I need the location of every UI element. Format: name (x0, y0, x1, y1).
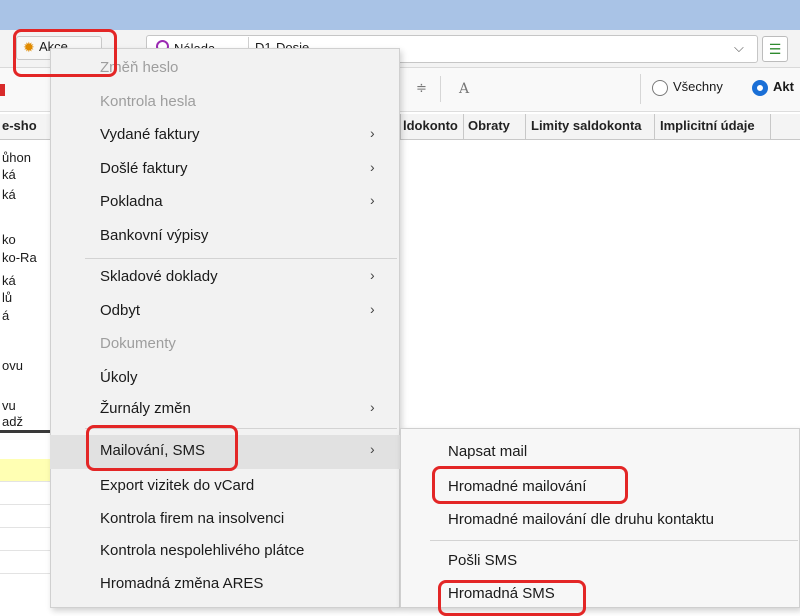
table-row (0, 550, 55, 551)
column-header[interactable]: ldokonto (403, 118, 458, 133)
menu-item-kontrola-hesla: Kontrola hesla (50, 86, 400, 120)
chevron-right-icon: › (370, 192, 375, 208)
menu-item-skladove-doklady[interactable]: Skladové doklady › (50, 261, 400, 295)
divider (654, 114, 655, 140)
menu-item-label: Kontrola firem na insolvenci (100, 510, 285, 527)
annotation-highlight (438, 580, 586, 616)
menu-item-dokumenty: Dokumenty (50, 328, 400, 362)
menu-item-label: Bankovní výpisy (100, 227, 209, 244)
list-item[interactable]: ká (2, 273, 16, 288)
menu-item-bankovni-vypisy[interactable]: Bankovní výpisy (50, 220, 400, 254)
list-item[interactable]: adž (2, 414, 23, 429)
menu-item-label: Úkoly (100, 369, 138, 386)
align-icon[interactable]: ≑ (416, 80, 427, 96)
list-icon[interactable]: ☰ (762, 36, 788, 62)
divider (525, 114, 526, 140)
menu-item-label: Hromadná změna ARES (100, 575, 264, 592)
menu-item-zurnaly-zmen[interactable]: Žurnály změn › (50, 393, 400, 427)
radio-all[interactable] (652, 80, 668, 96)
menu-item-label: Kontrola nespolehlivého plátce (100, 542, 305, 559)
list-item[interactable]: ká (2, 187, 16, 202)
submenu-item-hromadne-mailovani-druh[interactable]: Hromadné mailování dle druhu kontaktu (400, 505, 800, 537)
menu-item-label: Odbyt (100, 302, 141, 319)
list-item[interactable]: ko (2, 232, 16, 247)
menu-item-label: Žurnály změn (100, 400, 191, 417)
menu-item-label: Dokumenty (100, 335, 176, 352)
list-item[interactable]: ůhon (2, 150, 31, 165)
divider (400, 114, 401, 140)
font-icon[interactable]: A (459, 81, 469, 97)
submenu-item-label: Pošli SMS (448, 552, 518, 569)
radio-active-label[interactable]: Akt (773, 79, 794, 94)
menu-item-ukoly[interactable]: Úkoly (50, 362, 400, 396)
menu-item-label: Skladové doklady (100, 268, 218, 285)
column-header[interactable]: Obraty (468, 118, 510, 133)
table-row (0, 481, 55, 482)
list-item[interactable]: ovu (2, 358, 23, 373)
chevron-down-icon[interactable]: ⌵ (734, 40, 744, 56)
submenu-item-napsat-mail[interactable]: Napsat mail (400, 437, 800, 469)
menu-item-hromadna-zmena-ares[interactable]: Hromadná změna ARES (50, 568, 400, 602)
list-item[interactable]: vu (2, 398, 16, 413)
table-row (0, 573, 55, 574)
submenu-item-posli-sms[interactable]: Pošli SMS (400, 546, 800, 578)
menu-item-label: Vydané faktury (100, 126, 200, 143)
menu-item-insolvence[interactable]: Kontrola firem na insolvenci (50, 503, 400, 537)
menu-separator (85, 258, 397, 259)
menu-separator (430, 540, 798, 541)
menu-item-label: Export vizitek do vCard (100, 477, 255, 494)
divider (640, 74, 641, 104)
divider (770, 114, 771, 140)
menu-item-vydane-faktury[interactable]: Vydané faktury › (50, 119, 400, 153)
chevron-right-icon: › (370, 399, 375, 415)
menu-item-label: Došlé faktury (100, 160, 188, 177)
menu-item-pokladna[interactable]: Pokladna › (50, 186, 400, 220)
list-item[interactable]: ko-Ra (2, 250, 37, 265)
menu-item-label: Kontrola hesla (100, 93, 196, 110)
annotation-highlight (86, 425, 238, 471)
radio-active[interactable] (752, 80, 768, 96)
menu-item-label: Pokladna (100, 193, 163, 210)
submenu-item-label: Napsat mail (448, 443, 528, 460)
divider (440, 76, 441, 102)
chevron-right-icon: › (370, 267, 375, 283)
menu-item-odbyt[interactable]: Odbyt › (50, 295, 400, 329)
list-item[interactable]: á (2, 308, 9, 323)
selected-row[interactable] (0, 459, 55, 481)
chevron-right-icon: › (370, 159, 375, 175)
menu-item-dosle-faktury[interactable]: Došlé faktury › (50, 153, 400, 187)
annotation-highlight (432, 466, 628, 504)
column-header[interactable]: Implicitní údaje (660, 118, 755, 133)
annotation-highlight (13, 29, 117, 77)
red-indicator (0, 84, 5, 96)
table-row (0, 504, 55, 505)
menu-item-export-vcard[interactable]: Export vizitek do vCard (50, 470, 400, 504)
table-row (0, 527, 55, 528)
list-item[interactable]: lů (2, 290, 12, 305)
radio-all-label[interactable]: Všechny (673, 79, 723, 94)
divider (463, 114, 464, 140)
chevron-right-icon: › (370, 441, 375, 457)
menu-item-nespolehlivy-platce[interactable]: Kontrola nespolehlivého plátce (50, 535, 400, 569)
column-header[interactable]: e-sho (2, 118, 37, 133)
title-strip (0, 0, 800, 30)
column-header[interactable]: Limity saldokonta (531, 118, 642, 133)
chevron-right-icon: › (370, 301, 375, 317)
list-item[interactable]: ká (2, 167, 16, 182)
submenu-item-label: Hromadné mailování dle druhu kontaktu (448, 511, 714, 528)
chevron-right-icon: › (370, 125, 375, 141)
